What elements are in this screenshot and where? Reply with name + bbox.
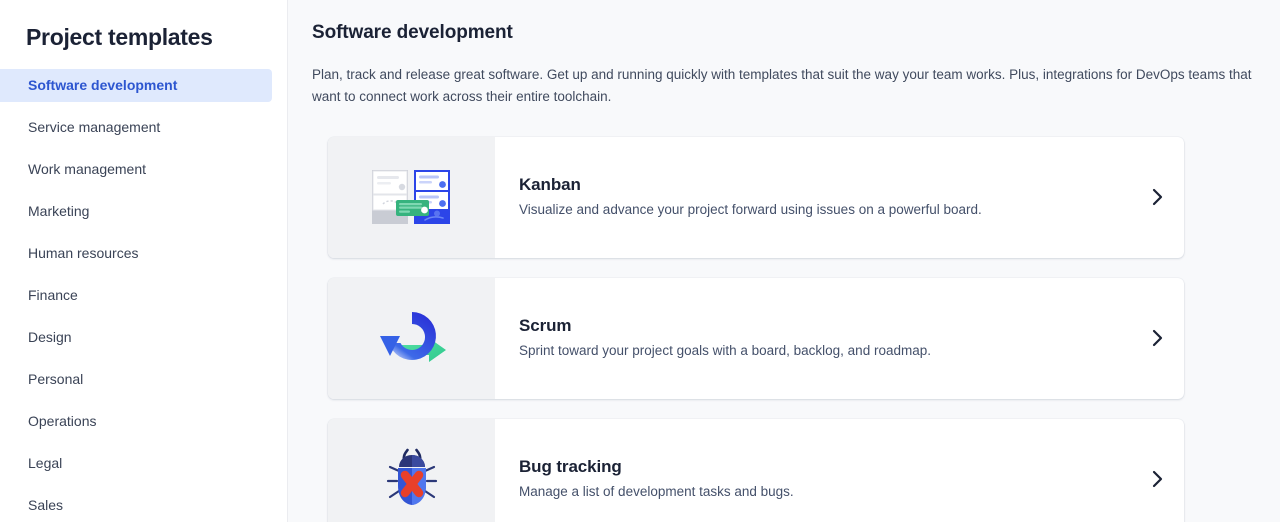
template-card-bug-tracking[interactable]: Bug tracking Manage a list of developmen… <box>328 418 1184 522</box>
sidebar-item-sales[interactable]: Sales <box>0 489 272 522</box>
sidebar-item-human-resources[interactable]: Human resources <box>0 237 272 270</box>
sidebar-item-label: Marketing <box>28 203 90 220</box>
template-card-body: Scrum Sprint toward your project goals w… <box>495 278 1130 399</box>
sidebar-item-label: Design <box>28 329 72 346</box>
page-title: Software development <box>312 22 513 43</box>
sidebar-item-operations[interactable]: Operations <box>0 405 272 438</box>
chevron-right-icon[interactable] <box>1130 278 1184 399</box>
template-card-kanban[interactable]: Kanban Visualize and advance your projec… <box>328 136 1184 258</box>
bug-illustration <box>386 448 437 506</box>
sidebar-item-label: Legal <box>28 455 63 472</box>
chevron-right-icon[interactable] <box>1130 137 1184 258</box>
sidebar-item-finance[interactable]: Finance <box>0 279 272 312</box>
main-content: Software development Plan, track and rel… <box>288 0 1280 522</box>
template-description: Manage a list of development tasks and b… <box>519 483 794 499</box>
sidebar-item-legal[interactable]: Legal <box>0 447 272 480</box>
sidebar-item-label: Operations <box>28 413 97 430</box>
sidebar-item-label: Finance <box>28 287 78 304</box>
page-description: Plan, track and release great software. … <box>312 67 1252 105</box>
template-description: Visualize and advance your project forwa… <box>519 201 982 217</box>
sidebar-item-label: Sales <box>28 497 64 514</box>
sidebar-item-label: Personal <box>28 371 84 388</box>
template-icon-panel <box>328 418 495 522</box>
scrum-cycle-arrow-illustration <box>379 312 446 363</box>
template-title: Bug tracking <box>519 456 622 476</box>
sidebar-item-work-management[interactable]: Work management <box>0 153 272 186</box>
sidebar: Project templates Software development S… <box>0 0 288 522</box>
kanban-board-illustration <box>371 170 450 225</box>
sidebar-item-personal[interactable]: Personal <box>0 363 272 396</box>
sidebar-item-label: Human resources <box>28 245 139 262</box>
template-title: Kanban <box>519 174 581 194</box>
project-templates-page: Project templates Software development S… <box>0 0 1280 522</box>
sidebar-title: Project templates <box>26 24 213 50</box>
template-description: Sprint toward your project goals with a … <box>519 342 931 358</box>
sidebar-item-service-management[interactable]: Service management <box>0 111 272 144</box>
template-title: Scrum <box>519 315 572 335</box>
template-card-scrum[interactable]: Scrum Sprint toward your project goals w… <box>328 277 1184 399</box>
sidebar-item-label: Work management <box>28 161 147 178</box>
sidebar-item-software-development[interactable]: Software development <box>0 68 272 102</box>
sidebar-item-label: Service management <box>28 119 161 136</box>
template-icon-panel <box>328 277 495 399</box>
sidebar-item-design[interactable]: Design <box>0 321 272 354</box>
sidebar-item-marketing[interactable]: Marketing <box>0 195 272 228</box>
sidebar-item-label: Software development <box>28 77 178 94</box>
chevron-right-icon[interactable] <box>1130 419 1184 522</box>
template-card-body: Bug tracking Manage a list of developmen… <box>495 419 1130 522</box>
sidebar-nav: Software development Service management … <box>0 68 287 522</box>
template-icon-panel <box>328 136 495 258</box>
template-card-body: Kanban Visualize and advance your projec… <box>495 137 1130 258</box>
template-list: Kanban Visualize and advance your projec… <box>310 136 1254 522</box>
